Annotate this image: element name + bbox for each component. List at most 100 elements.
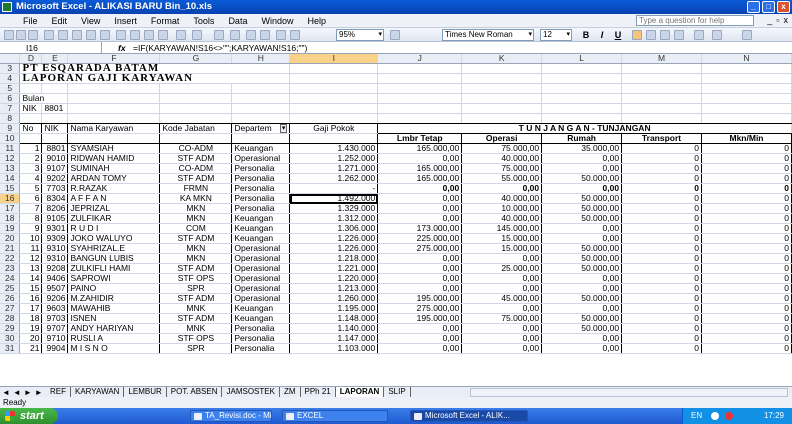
cell-nik[interactable]: 8801 — [41, 143, 69, 155]
cell-no[interactable]: 6 — [19, 193, 43, 205]
cell[interactable] — [159, 103, 233, 115]
cell-kode-jabatan[interactable]: KA MKN — [159, 193, 233, 205]
cell-rumah[interactable]: 0,00 — [541, 223, 623, 235]
cell-departemen[interactable]: Personalia — [231, 203, 291, 215]
undo-icon[interactable] — [176, 30, 186, 40]
cell-departemen[interactable]: Personalia — [231, 333, 291, 345]
cell-no[interactable]: 10 — [19, 233, 43, 245]
cell-kode-jabatan[interactable]: MKN — [159, 253, 233, 265]
menu-format[interactable]: Format — [144, 16, 187, 26]
cell-kode-jabatan[interactable]: MKN — [159, 243, 233, 255]
cell-operasi[interactable]: 75.000,00 — [461, 313, 543, 325]
cell[interactable] — [41, 113, 69, 125]
menu-window[interactable]: Window — [254, 16, 300, 26]
cell-gaji-pokok[interactable]: 1.221.000 — [289, 263, 379, 275]
cell[interactable] — [701, 83, 792, 95]
column-header-f[interactable]: F — [67, 54, 161, 65]
cell-transport[interactable]: 0 — [621, 183, 702, 195]
cell-rumah[interactable]: 0,00 — [541, 233, 623, 245]
filter-dropdown-icon[interactable]: ▾ — [279, 124, 288, 133]
cell-gaji-pokok[interactable]: 1.140.000 — [289, 323, 379, 335]
merge-center-icon[interactable] — [674, 30, 684, 40]
cell-nama[interactable]: SYAMSIAH — [67, 143, 161, 155]
cell-rumah[interactable]: 0,00 — [541, 303, 623, 315]
cell-kode-jabatan[interactable]: STF OPS — [159, 333, 233, 345]
help-icon[interactable] — [390, 30, 400, 40]
doc-restore-icon[interactable]: ▫ — [776, 15, 779, 25]
language-indicator[interactable]: EN — [691, 408, 702, 424]
cell-operasi[interactable]: 25.000,00 — [461, 263, 543, 275]
cell-nama[interactable]: SYAHRIZAL.E — [67, 243, 161, 255]
cell-rumah[interactable]: 50.000,00 — [541, 173, 623, 185]
name-box[interactable]: I16 — [2, 42, 102, 54]
cell-departemen[interactable]: Personalia — [231, 183, 291, 195]
cell-lembur[interactable]: 165.000,00 — [377, 143, 463, 155]
font-size-select[interactable]: 12 — [540, 29, 572, 41]
cell-lembur[interactable]: 0,00 — [377, 283, 463, 295]
row-header[interactable]: 16 — [0, 193, 21, 205]
cell[interactable] — [701, 73, 792, 85]
antivirus-icon[interactable] — [725, 412, 733, 420]
header-nik[interactable]: NIK — [41, 123, 69, 135]
cell[interactable] — [231, 133, 291, 145]
cell[interactable] — [461, 93, 543, 105]
format-painter-icon[interactable] — [158, 30, 168, 40]
open-icon[interactable] — [16, 30, 26, 40]
task-word[interactable]: TA_Revisi.doc - Micro... — [190, 410, 272, 422]
cell-departemen[interactable]: Operasional — [231, 263, 291, 275]
cell-gaji-pokok[interactable]: - — [289, 183, 379, 195]
cell-nama[interactable]: JEPRIZAL — [67, 203, 161, 215]
cell-nik[interactable]: 9703 — [41, 313, 69, 325]
header-gaji-pokok[interactable]: Gaji Pokok — [289, 123, 379, 135]
cell-lembur[interactable]: 195.000,00 — [377, 293, 463, 305]
cell-rumah[interactable]: 0,00 — [541, 163, 623, 175]
cell[interactable] — [701, 63, 792, 75]
cell[interactable] — [41, 133, 69, 145]
cell-kode-jabatan[interactable]: STF OPS — [159, 273, 233, 285]
paste-icon[interactable] — [144, 30, 154, 40]
cell[interactable] — [541, 93, 623, 105]
cell-nik[interactable]: 9507 — [41, 283, 69, 295]
cell-nama[interactable]: PAINO — [67, 283, 161, 295]
cell-makan[interactable]: 0 — [701, 153, 792, 165]
cell-nik[interactable]: 9310 — [41, 243, 69, 255]
cell-rumah[interactable]: 50.000,00 — [541, 213, 623, 225]
cell[interactable] — [701, 103, 792, 115]
row-header[interactable]: 25 — [0, 283, 21, 295]
cell-nama[interactable]: R.RAZAK — [67, 183, 161, 195]
cell-operasi[interactable]: 55.000,00 — [461, 173, 543, 185]
cell-nama[interactable]: A F F A N — [67, 193, 161, 205]
cell-kode-jabatan[interactable]: SPR — [159, 343, 233, 355]
bold-button[interactable]: B — [580, 29, 592, 41]
permission-icon[interactable] — [44, 30, 54, 40]
cell[interactable] — [289, 73, 379, 85]
cell-kode-jabatan[interactable]: STF ADM — [159, 233, 233, 245]
cell-lembur[interactable]: 0,00 — [377, 323, 463, 335]
cell-lembur[interactable]: 0,00 — [377, 213, 463, 225]
cell-no[interactable]: 19 — [19, 323, 43, 335]
formula-input[interactable]: =IF(KARYAWAN!S16<>"";KARYAWAN!S16;"") — [133, 42, 307, 54]
cell-departemen[interactable]: Keuangan — [231, 313, 291, 325]
task-excel-folder[interactable]: EXCEL — [282, 410, 388, 422]
cell-nama[interactable]: MAWAHIB — [67, 303, 161, 315]
cell-kode-jabatan[interactable]: COM — [159, 223, 233, 235]
cell[interactable] — [377, 83, 463, 95]
cell-transport[interactable]: 0 — [621, 143, 702, 155]
cell-lembur[interactable]: 0,00 — [377, 193, 463, 205]
cell[interactable] — [541, 63, 623, 75]
cell[interactable] — [377, 113, 463, 125]
cell-lembur[interactable]: 0,00 — [377, 183, 463, 195]
row-header[interactable]: 14 — [0, 173, 21, 185]
cell[interactable] — [67, 93, 161, 105]
cell-transport[interactable]: 0 — [621, 263, 702, 275]
sheet-tab-pph-21[interactable]: PPh 21 — [301, 387, 336, 397]
cell-lembur[interactable]: 225.000,00 — [377, 233, 463, 245]
cell[interactable] — [159, 83, 233, 95]
autosum-icon[interactable] — [230, 30, 240, 40]
cell-rumah[interactable]: 50.000,00 — [541, 323, 623, 335]
row-header[interactable]: 29 — [0, 323, 21, 335]
cell-transport[interactable]: 0 — [621, 343, 702, 355]
cell-gaji-pokok[interactable]: 1.226.000 — [289, 243, 379, 255]
cell-gaji-pokok[interactable]: 1.213.000 — [289, 283, 379, 295]
row-header[interactable]: 18 — [0, 213, 21, 225]
